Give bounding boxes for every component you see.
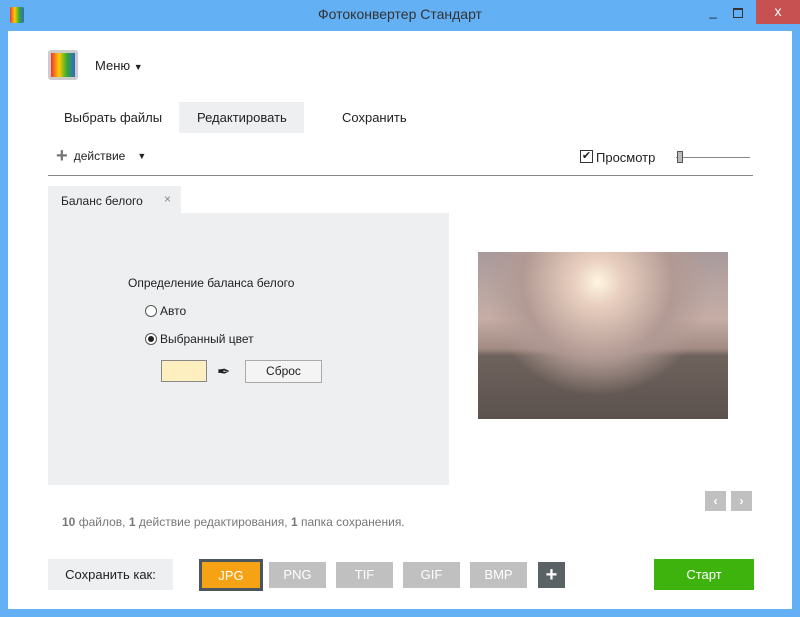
color-swatch[interactable]	[161, 360, 207, 382]
panel-heading: Определение баланса белого	[128, 276, 295, 290]
chevron-down-icon: ▼	[137, 151, 147, 161]
app-logo-icon	[48, 50, 78, 80]
radio-selected-color[interactable]	[145, 333, 157, 345]
format-jpg[interactable]: JPG	[199, 559, 263, 591]
radio-selected-color-label: Выбранный цвет	[160, 332, 254, 346]
prev-image-button[interactable]: ‹	[705, 491, 726, 511]
minimize-button[interactable]: _	[700, 4, 726, 19]
files-text: файлов,	[78, 515, 126, 529]
plus-icon: +	[56, 145, 68, 167]
format-gif[interactable]: GIF	[403, 562, 460, 588]
close-icon[interactable]: ×	[164, 192, 171, 206]
add-format-button[interactable]: +	[538, 562, 565, 588]
tab-edit[interactable]: Редактировать	[179, 102, 304, 133]
app-icon	[10, 7, 24, 23]
panel-tab[interactable]: Баланс белого ×	[48, 186, 181, 213]
preview-checkbox[interactable]: ✔	[580, 150, 593, 163]
maximize-icon-box[interactable]	[733, 8, 743, 18]
tab-select-files[interactable]: Выбрать файлы	[46, 102, 180, 133]
next-image-button[interactable]: ›	[731, 491, 752, 511]
format-tif[interactable]: TIF	[336, 562, 393, 588]
chevron-down-icon: ▼	[133, 62, 143, 72]
status-summary: 10 файлов, 1 действие редактирования, 1 …	[62, 515, 405, 529]
add-action-button[interactable]: + действие ▼	[56, 145, 147, 167]
radio-auto[interactable]	[145, 305, 157, 317]
reset-button[interactable]: Сброс	[245, 360, 322, 383]
actions-count: 1	[128, 515, 136, 529]
zoom-slider-thumb[interactable]	[677, 151, 683, 163]
save-as-label: Сохранить как:	[48, 559, 173, 590]
panel-tab-label: Баланс белого	[61, 194, 143, 208]
folders-count: 1	[290, 515, 298, 529]
format-bmp[interactable]: BMP	[470, 562, 527, 588]
window-title: Фотоконвертер Стандарт	[318, 6, 482, 22]
tab-save[interactable]: Сохранить	[324, 102, 425, 133]
eyedropper-icon[interactable]: ✒	[217, 362, 230, 382]
toolbar-divider	[48, 175, 753, 176]
preview-image	[478, 252, 728, 419]
radio-auto-label: Авто	[160, 304, 187, 318]
close-button[interactable]: x	[756, 0, 800, 24]
files-count: 10	[62, 515, 76, 529]
format-png[interactable]: PNG	[269, 562, 326, 588]
actions-text: действие редактирования,	[138, 515, 288, 529]
preview-label: Просмотр	[596, 150, 656, 165]
action-label: действие	[73, 149, 126, 163]
zoom-slider[interactable]	[676, 157, 750, 158]
start-button[interactable]: Старт	[654, 559, 754, 590]
menu-label: Меню	[95, 58, 131, 73]
white-balance-panel	[48, 213, 449, 485]
folders-text: папка сохранения.	[300, 515, 405, 529]
menu-button[interactable]: Меню ▼	[95, 58, 143, 73]
